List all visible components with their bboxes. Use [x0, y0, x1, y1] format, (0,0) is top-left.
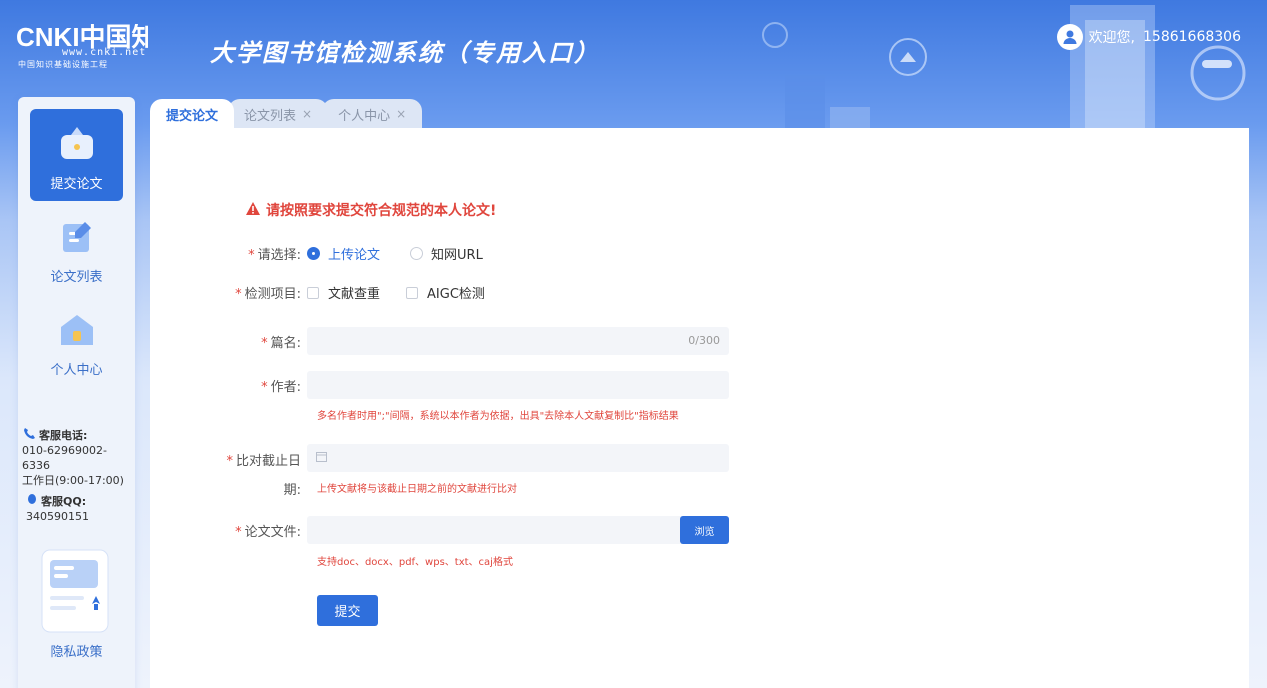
required-mark: *: [261, 335, 268, 351]
upload-box-icon: [57, 123, 97, 163]
app-header: CNKI中国知网 www.cnki.net 中国知识基础设施工程 大学图书馆检测…: [0, 0, 1267, 130]
checkbox[interactable]: [406, 286, 419, 299]
privacy-policy-link[interactable]: 隐私政策: [18, 641, 135, 660]
submit-button[interactable]: 提交: [317, 595, 378, 626]
paper-file-label-text: 论文文件:: [244, 524, 301, 540]
submit-paper-panel: 请按照要求提交符合规范的本人论文! * 请选择: 上传论文 知网URL * 检测项目…: [150, 128, 1249, 688]
qq-title: 客服QQ:: [22, 493, 138, 509]
paper-file-row: * 论文文件: 浏览: [150, 516, 729, 544]
logo-url: www.cnki.net: [62, 47, 147, 58]
cutoff-date-row: * 比对截止日: [150, 444, 729, 472]
sidebar-item-label: 论文列表: [50, 270, 103, 285]
author-input[interactable]: [307, 371, 729, 399]
required-mark: *: [226, 454, 233, 469]
tab-label: 个人中心: [338, 108, 391, 124]
warning-banner: 请按照要求提交符合规范的本人论文!: [246, 200, 496, 220]
cutoff-date-label-text: 比对截止日: [235, 454, 301, 469]
user-menu[interactable]: 欢迎您, 15861668306: [1056, 24, 1241, 50]
checkbox[interactable]: [307, 286, 319, 299]
tab-paper-list[interactable]: 论文列表 ×: [228, 99, 329, 129]
author-hint: 多名作者时用";"间隔，系统以本作者为依据，出具"去除本人文献复制比"指标结果: [317, 411, 679, 422]
radio-button[interactable]: [307, 247, 320, 260]
choose-label-text: 请选择:: [257, 248, 301, 263]
qq-title-text: 客服QQ:: [41, 494, 87, 508]
title-label-text: 篇名:: [270, 335, 301, 351]
house-icon: [57, 309, 97, 349]
header-decoration-illustration: [762, 5, 1246, 130]
check-items-label-text: 检测项目:: [244, 287, 301, 302]
author-label-text: 作者:: [270, 379, 301, 395]
user-id: 15861668306: [1143, 29, 1241, 45]
author-row: * 作者:: [150, 371, 729, 399]
title-char-counter: 0/300: [688, 334, 720, 347]
tab-bar: 提交论文 论文列表 × 个人中心 ×: [150, 99, 423, 129]
user-greeting: 欢迎您,: [1088, 30, 1136, 46]
qq-penguin-icon: [26, 493, 38, 509]
check-items-label: * 检测项目:: [150, 283, 307, 302]
required-mark: *: [235, 524, 242, 540]
phone-title: 客服电话:: [22, 427, 138, 443]
close-icon[interactable]: ×: [302, 107, 312, 121]
sidebar-item-submit-paper[interactable]: 提交论文: [30, 109, 123, 201]
page-title: 大学图书馆检测系统（专用入口）: [210, 39, 600, 67]
phone-number-line2: 6336: [22, 459, 50, 472]
title-input[interactable]: 0/300: [307, 327, 729, 355]
radio-cnki-url[interactable]: 知网URL: [410, 244, 483, 263]
radio-button[interactable]: [410, 247, 424, 260]
tab-submit-paper[interactable]: 提交论文: [150, 99, 235, 129]
radio-label: 上传论文: [328, 248, 381, 263]
radio-upload-paper[interactable]: 上传论文: [307, 244, 380, 263]
user-avatar-icon[interactable]: [1056, 24, 1083, 50]
tab-personal-center[interactable]: 个人中心 ×: [322, 99, 423, 129]
paper-file-input[interactable]: 浏览: [307, 516, 729, 544]
tab-label: 论文列表: [244, 108, 297, 124]
document-list-icon: [57, 216, 97, 256]
warning-icon: [246, 201, 260, 219]
phone-icon: [22, 427, 36, 443]
required-mark: *: [248, 248, 255, 263]
checkbox-label: 文献查重: [328, 287, 381, 302]
choose-row: * 请选择: 上传论文 知网URL: [150, 244, 513, 263]
required-mark: *: [261, 379, 268, 395]
cutoff-date-label: * 比对截止日: [150, 444, 307, 469]
radio-label: 知网URL: [431, 248, 483, 263]
cutoff-date-input[interactable]: [307, 444, 729, 472]
author-label: * 作者:: [150, 376, 307, 395]
checkbox-aigc-detection[interactable]: AIGC检测: [406, 283, 485, 302]
checkbox-literature-duplicate[interactable]: 文献查重: [307, 283, 380, 302]
warning-text: 请按照要求提交符合规范的本人论文!: [266, 203, 497, 219]
title-label: * 篇名:: [150, 332, 307, 351]
browse-button[interactable]: 浏览: [680, 516, 729, 544]
sidebar-item-personal-center[interactable]: 个人中心: [30, 295, 123, 387]
checkbox-label: AIGC检测: [427, 287, 485, 302]
cnki-logo[interactable]: CNKI中国知网 www.cnki.net 中国知识基础设施工程: [16, 24, 148, 72]
phone-title-text: 客服电话:: [39, 428, 88, 442]
close-icon[interactable]: ×: [396, 107, 406, 121]
logo-subtitle: 中国知识基础设施工程: [18, 60, 108, 69]
sidebar-item-label: 个人中心: [50, 363, 103, 378]
phone-number-line1: 010-62969002-: [22, 444, 107, 457]
choose-label: * 请选择:: [150, 244, 307, 263]
required-mark: *: [235, 287, 242, 302]
check-items-row: * 检测项目: 文献查重 AIGC检测: [150, 283, 511, 302]
calendar-icon[interactable]: [316, 451, 327, 465]
paper-file-hint: 支持doc、docx、pdf、wps、txt、caj格式: [317, 557, 513, 568]
paper-file-label: * 论文文件:: [150, 521, 307, 540]
tab-label: 提交论文: [166, 108, 219, 124]
title-row: * 篇名: 0/300: [150, 327, 729, 355]
cutoff-date-label-line2: 期:: [283, 483, 301, 498]
cutoff-date-hint: 上传文献将与该截止日期之前的文献进行比对: [317, 484, 517, 495]
sidebar-item-label: 提交论文: [50, 177, 103, 192]
sidebar-item-paper-list[interactable]: 论文列表: [30, 202, 123, 294]
customer-service-info: 客服电话: 010-62969002- 6336 工作日(9:00-17:00)…: [22, 427, 138, 524]
qq-number: 340590151: [26, 510, 89, 523]
privacy-document-illustration: [41, 549, 109, 633]
service-hours: 工作日(9:00-17:00): [22, 474, 124, 487]
